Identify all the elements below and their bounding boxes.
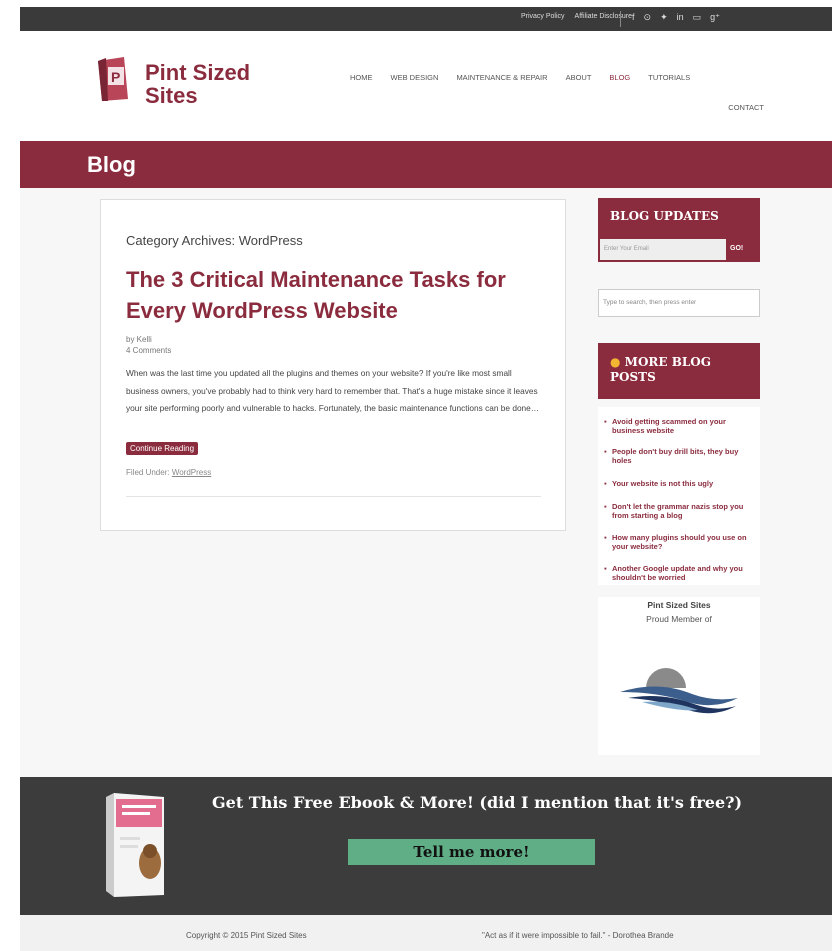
member-subtitle: Proud Member of xyxy=(646,614,712,624)
filed-under: Filed Under: WordPress xyxy=(126,468,211,477)
nav-contact[interactable]: CONTACT xyxy=(728,103,764,112)
subscribe-button[interactable]: GO! xyxy=(730,245,743,252)
more-posts-list: Avoid getting scammed on your business w… xyxy=(598,407,760,585)
social-icons: f ⊙ ✦ in ▭ g⁺ xyxy=(632,12,720,23)
ebook-cover-icon[interactable] xyxy=(104,791,170,899)
top-utility-bar: Privacy Policy Affiliate Disclosure f ⊙ … xyxy=(20,7,832,31)
continue-reading-button[interactable]: Continue Reading xyxy=(126,442,199,455)
email-field[interactable]: Enter Your Email xyxy=(600,239,726,260)
privacy-policy-link[interactable]: Privacy Policy xyxy=(521,13,565,20)
blog-updates-widget: BLOG UPDATES Enter Your Email GO! xyxy=(598,198,760,262)
filed-label: Filed Under: xyxy=(126,468,170,477)
search-input[interactable]: Type to search, then press enter xyxy=(598,289,760,317)
facebook-icon[interactable]: f xyxy=(632,12,635,23)
svg-text:P: P xyxy=(111,69,120,85)
membership-widget: Pint Sized Sites Proud Member of xyxy=(598,597,760,755)
utility-links: Privacy Policy Affiliate Disclosure xyxy=(521,13,632,20)
list-item[interactable]: People don't buy drill bits, they buy ho… xyxy=(604,447,756,465)
page-title: Blog xyxy=(87,152,136,177)
post-excerpt: When was the last time you updated all t… xyxy=(126,368,540,413)
linkedin-icon[interactable]: in xyxy=(677,12,684,23)
divider xyxy=(126,496,541,497)
more-posts-header: ● MORE BLOG POSTS xyxy=(598,343,760,399)
site-footer: Copyright © 2015 Pint Sized Sites "Act a… xyxy=(20,915,832,951)
ebook-cta-section: Get This Free Ebook & More! (did I menti… xyxy=(20,777,832,915)
site-header: P Pint Sized Sites HOME WEB DESIGN MAINT… xyxy=(20,31,832,141)
nav-web-design[interactable]: WEB DESIGN xyxy=(391,73,439,82)
list-item[interactable]: Don't let the grammar nazis stop you fro… xyxy=(604,502,756,520)
logo-line-2: Sites xyxy=(145,83,198,108)
pinterest-icon[interactable]: ⊙ xyxy=(644,12,652,23)
site-logo-text[interactable]: Pint Sized Sites xyxy=(145,61,250,107)
footer-quote: "Act as if it were impossible to fail." … xyxy=(482,931,674,940)
nav-about[interactable]: ABOUT xyxy=(566,73,592,82)
nav-maintenance-repair[interactable]: MAINTENANCE & REPAIR xyxy=(456,73,547,82)
more-posts-label: MORE BLOG POSTS xyxy=(610,355,711,384)
nav-home[interactable]: HOME xyxy=(350,73,373,82)
affiliate-disclosure-link[interactable]: Affiliate Disclosure xyxy=(575,13,632,20)
main-nav: HOME WEB DESIGN MAINTENANCE & REPAIR ABO… xyxy=(350,73,690,82)
post-comments[interactable]: 4 Comments xyxy=(126,345,171,356)
twitter-icon[interactable]: ✦ xyxy=(660,12,668,23)
post-meta: by Kelli 4 Comments xyxy=(126,334,171,356)
category-link[interactable]: WordPress xyxy=(172,468,211,477)
cta-headline: Get This Free Ebook & More! (did I menti… xyxy=(212,793,743,812)
youtube-icon[interactable]: ▭ xyxy=(693,12,702,23)
pint-glass-logo-icon[interactable]: P xyxy=(94,55,132,103)
google-plus-icon[interactable]: g⁺ xyxy=(710,12,720,23)
category-heading: Category Archives: WordPress xyxy=(126,233,303,248)
utility-divider xyxy=(620,11,621,27)
page-frame: Privacy Policy Affiliate Disclosure f ⊙ … xyxy=(20,7,832,951)
more-posts-title: ● MORE BLOG POSTS xyxy=(610,355,750,385)
list-item[interactable]: How many plugins should you use on your … xyxy=(604,533,756,551)
post-title[interactable]: The 3 Critical Maintenance Tasks for Eve… xyxy=(126,264,546,326)
bullet-icon: ● xyxy=(610,355,625,369)
member-title: Pint Sized Sites xyxy=(647,600,711,610)
nav-tutorials[interactable]: TUTORIALS xyxy=(648,73,690,82)
nav-blog[interactable]: BLOG xyxy=(609,73,630,82)
list-item[interactable]: Another Google update and why you should… xyxy=(604,564,756,582)
blog-updates-title: BLOG UPDATES xyxy=(610,209,719,223)
list-item[interactable]: Avoid getting scammed on your business w… xyxy=(604,417,756,435)
logo-line-1: Pint Sized xyxy=(145,60,251,85)
post-author[interactable]: by Kelli xyxy=(126,334,171,345)
tell-me-more-button[interactable]: Tell me more! xyxy=(348,839,595,865)
copyright-text: Copyright © 2015 Pint Sized Sites xyxy=(186,931,307,940)
organization-logo-icon[interactable] xyxy=(618,662,740,718)
blog-banner: Blog xyxy=(20,141,832,188)
list-item[interactable]: Your website is not this ugly xyxy=(604,479,756,488)
post-card: Category Archives: WordPress The 3 Criti… xyxy=(100,199,566,531)
